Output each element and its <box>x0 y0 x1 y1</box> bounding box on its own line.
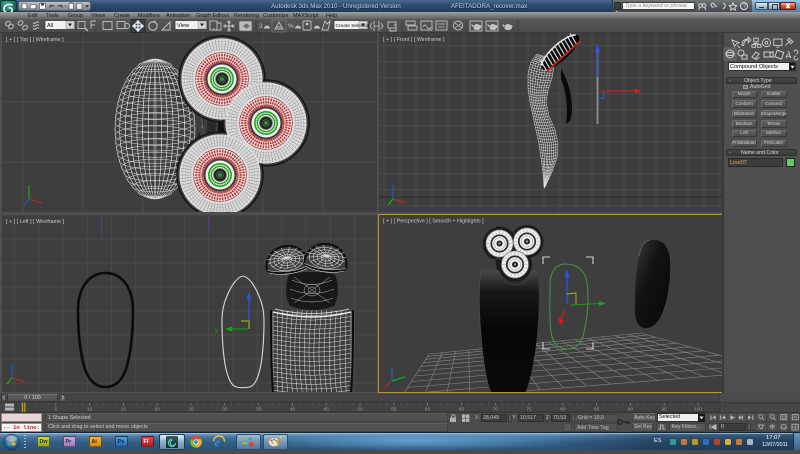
svg-text:View: View <box>177 23 190 29</box>
svg-text:20: 20 <box>155 407 161 413</box>
svg-text:100: 100 <box>694 407 702 413</box>
svg-text:[ + ] [ Left ] [ Wireframe ]: [ + ] [ Left ] [ Wireframe ] <box>6 219 64 225</box>
svg-text:40: 40 <box>290 407 296 413</box>
svg-text:65: 65 <box>459 407 465 413</box>
svg-text:%: % <box>288 23 294 30</box>
svg-text:5: 5 <box>54 407 57 413</box>
svg-text:[ + ] [ Top ] [ Wireframe ]: [ + ] [ Top ] [ Wireframe ] <box>6 37 64 43</box>
svg-text:30: 30 <box>222 407 228 413</box>
svg-text:50: 50 <box>357 407 363 413</box>
svg-text:95: 95 <box>662 407 668 413</box>
svg-text:45: 45 <box>324 407 330 413</box>
svg-text:All: All <box>47 23 53 29</box>
svg-text:35: 35 <box>256 407 262 413</box>
svg-text:85: 85 <box>594 407 600 413</box>
svg-text:15: 15 <box>121 407 127 413</box>
svg-text:y: y <box>215 328 218 334</box>
svg-text:25: 25 <box>188 407 194 413</box>
svg-text:80: 80 <box>560 407 566 413</box>
svg-text:10: 10 <box>87 407 93 413</box>
svg-text:70: 70 <box>493 407 499 413</box>
svg-text:[ + ] [ Perspective ] [ Smooth: [ + ] [ Perspective ] [ Smooth + Highlig… <box>383 219 484 225</box>
svg-text:75: 75 <box>526 407 532 413</box>
svg-text:3: 3 <box>259 23 263 30</box>
svg-text:90: 90 <box>628 407 634 413</box>
svg-text:55: 55 <box>391 407 397 413</box>
svg-text:60: 60 <box>425 407 431 413</box>
svg-text:[ + ] [ Front ] [ Wireframe ]: [ + ] [ Front ] [ Wireframe ] <box>383 37 445 43</box>
